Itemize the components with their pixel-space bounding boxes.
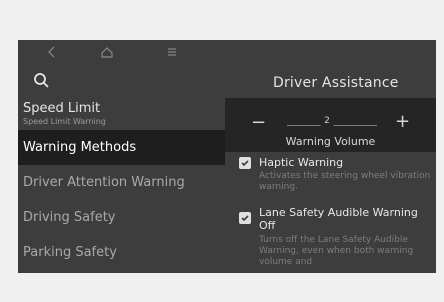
page-title: Driver Assistance: [273, 75, 399, 91]
warning-volume-control: − 2 + Warning Volume: [225, 98, 436, 152]
top-nav: [18, 40, 225, 64]
menu-item-parking-safety[interactable]: Parking Safety: [18, 235, 225, 270]
home-icon[interactable]: [97, 42, 117, 62]
checkbox-haptic-warning[interactable]: [239, 157, 251, 169]
checkbox-lane-safety-audible-warning-off[interactable]: [239, 212, 251, 224]
menu-item-sublabel: Speed Limit Warning: [23, 116, 106, 126]
check-icon: [241, 160, 249, 167]
menu-item-label: Warning Methods: [23, 140, 137, 155]
option-description: Turns off the Lane Safety Audible Warnin…: [259, 235, 414, 267]
left-panel: Speed Limit Speed Limit Warning Warning …: [18, 40, 225, 273]
menu-item-label: Driver Attention Warning: [23, 175, 185, 190]
option-description: Activates the steering wheel vibration w…: [259, 171, 431, 192]
menu-item-label: Speed Limit: [23, 100, 101, 116]
option-title: Haptic Warning: [259, 156, 344, 169]
menu-list: Speed Limit Speed Limit Warning Warning …: [18, 96, 225, 270]
menu-item-label: Driving Safety: [23, 210, 116, 225]
volume-increase-button[interactable]: +: [395, 111, 410, 132]
search-icon[interactable]: [32, 71, 52, 91]
menu-item-driver-attention-warning[interactable]: Driver Attention Warning: [18, 165, 225, 200]
menu-item-speed-limit[interactable]: Speed Limit Speed Limit Warning: [18, 96, 225, 130]
volume-decrease-button[interactable]: −: [251, 112, 266, 133]
volume-value: 2: [319, 114, 335, 128]
menu-icon[interactable]: [162, 42, 182, 62]
chevron-left-icon[interactable]: [42, 42, 62, 62]
menu-item-driving-safety[interactable]: Driving Safety: [18, 200, 225, 235]
right-panel: Driver Assistance − 2 + Warning Volume H…: [225, 40, 436, 273]
menu-item-warning-methods[interactable]: Warning Methods: [18, 130, 225, 165]
menu-item-label: Parking Safety: [23, 245, 117, 260]
check-icon: [241, 215, 249, 222]
option-title: Lane Safety Audible Warning Off: [259, 206, 418, 232]
infotainment-screen: Speed Limit Speed Limit Warning Warning …: [18, 40, 436, 273]
volume-label: Warning Volume: [285, 135, 376, 148]
